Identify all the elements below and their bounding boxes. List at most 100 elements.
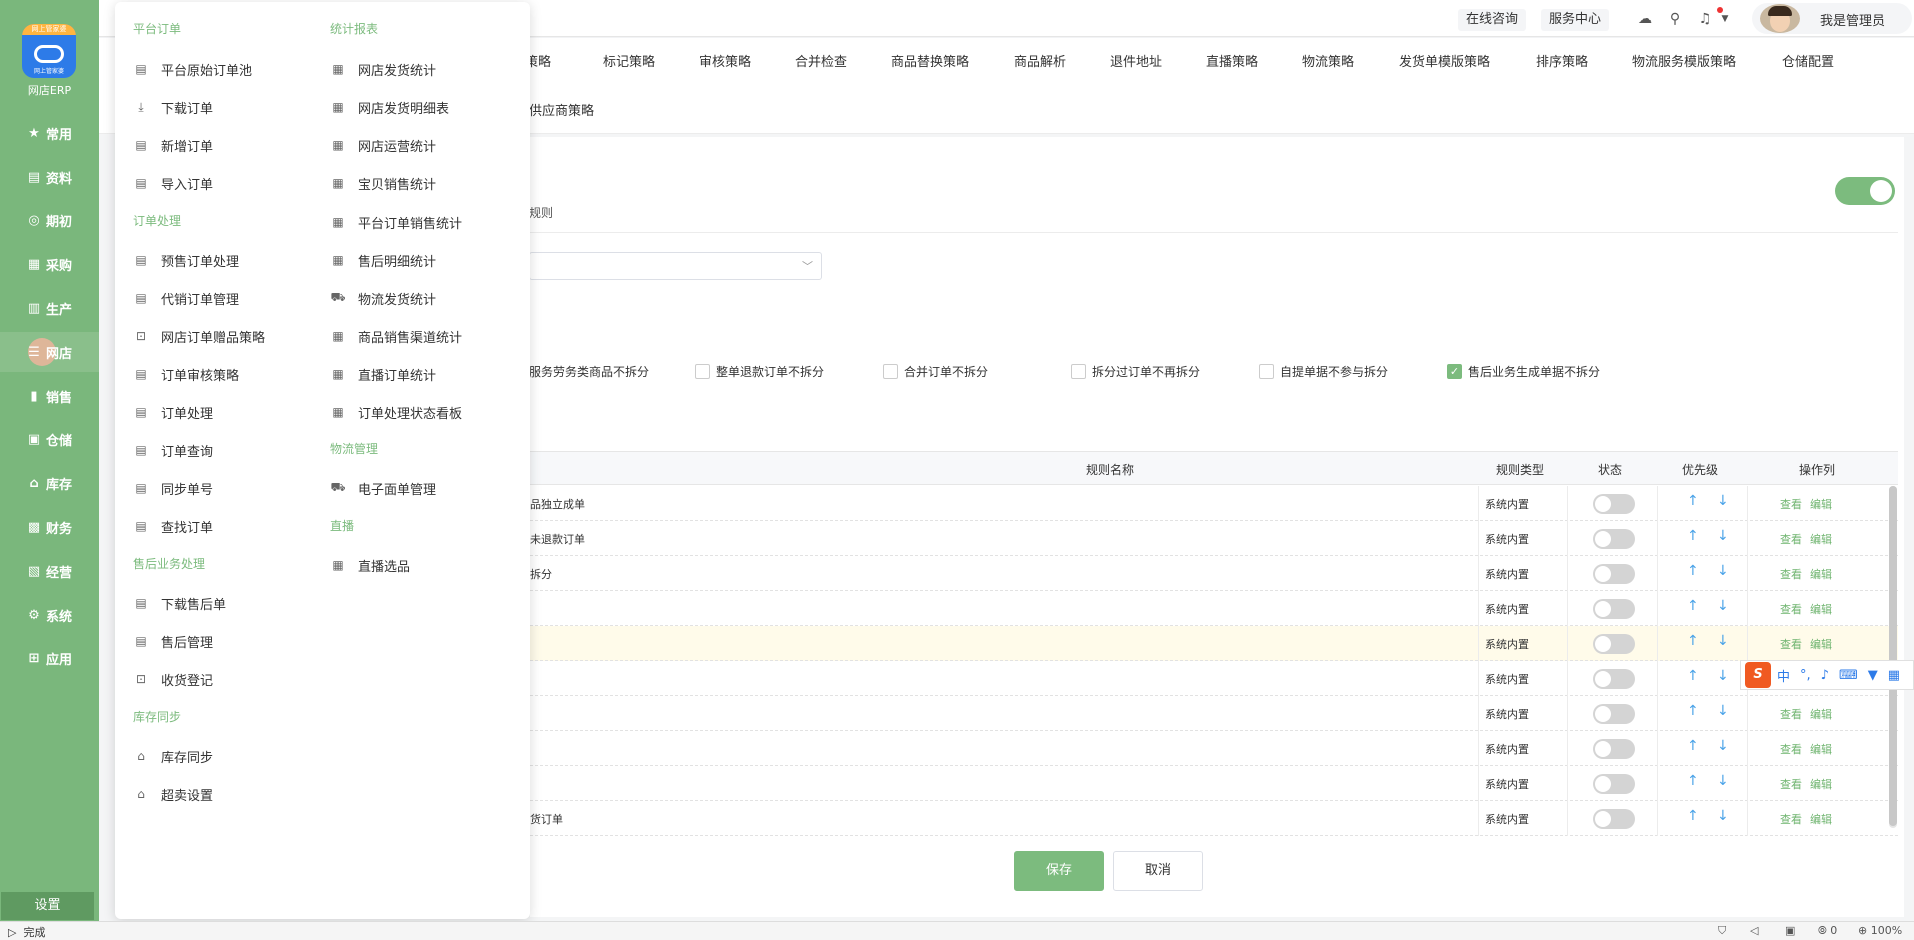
tab-return-address[interactable]: 退件地址: [1110, 51, 1162, 70]
arrow-down-icon[interactable]: ↓: [1717, 598, 1729, 614]
split-enable-toggle[interactable]: [1835, 177, 1895, 205]
ime-toolbar[interactable]: S 中 °, ♪ ⌨ ▼ ▦: [1740, 660, 1914, 690]
arrow-up-icon[interactable]: ↑: [1687, 668, 1699, 684]
menu-item-aftersale-detail[interactable]: ▦ 售后明细统计: [330, 250, 436, 270]
status-toggle[interactable]: [1593, 809, 1635, 829]
cloud-download-icon[interactable]: ☁: [1636, 10, 1654, 28]
arrow-down-icon[interactable]: ↓: [1717, 633, 1729, 649]
view-link[interactable]: 查看: [1780, 776, 1802, 792]
menu-item-oversell[interactable]: ⌂ 超卖设置: [133, 784, 213, 804]
rule-tab[interactable]: 规则: [529, 204, 553, 221]
edit-link[interactable]: 编辑: [1810, 811, 1832, 827]
menu-item-platform-sales-stats[interactable]: ▦ 平台订单销售统计: [330, 212, 462, 232]
skin-icon[interactable]: ▼: [1868, 668, 1878, 683]
menu-item-new-order[interactable]: ▤ 新增订单: [133, 135, 213, 155]
arrow-down-icon[interactable]: ↓: [1717, 563, 1729, 579]
menu-item-gift-strategy[interactable]: ⊡ 网店订单赠品策略: [133, 326, 265, 346]
menu-item-order-query[interactable]: ▤ 订单查询: [133, 440, 213, 460]
arrow-down-icon[interactable]: ↓: [1717, 668, 1729, 684]
bell-icon[interactable]: ♫: [1696, 10, 1714, 28]
menu-item-logistics-stats[interactable]: ⛟ 物流发货统计: [330, 288, 436, 308]
tab-warehouse-config[interactable]: 仓储配置: [1782, 51, 1834, 70]
sidebar-item-purchase[interactable]: ▦ 采购: [0, 244, 99, 284]
tab-product-parse[interactable]: 商品解析: [1014, 51, 1066, 70]
menu-item-download-orders[interactable]: ⤓ 下载订单: [133, 97, 213, 117]
search-icon[interactable]: ⚲: [1666, 10, 1684, 28]
sidebar-item-business[interactable]: ▧ 经营: [0, 551, 99, 591]
user-menu[interactable]: 我是管理员: [1752, 3, 1912, 34]
arrow-up-icon[interactable]: ↑: [1687, 738, 1699, 754]
edit-link[interactable]: 编辑: [1810, 566, 1832, 582]
view-link[interactable]: 查看: [1780, 531, 1802, 547]
apps-grid-icon[interactable]: ▦: [1888, 668, 1900, 683]
status-toggle[interactable]: [1593, 774, 1635, 794]
menu-item-order-processing[interactable]: ▤ 订单处理: [133, 402, 213, 422]
menu-item-aftersale-manage[interactable]: ▤ 售后管理: [133, 631, 213, 651]
arrow-down-icon[interactable]: ↓: [1717, 808, 1729, 824]
menu-item-original-orders[interactable]: ▤ 平台原始订单池: [133, 59, 252, 79]
status-toggle[interactable]: [1593, 739, 1635, 759]
arrow-up-icon[interactable]: ↑: [1687, 808, 1699, 824]
arrow-up-icon[interactable]: ↑: [1687, 773, 1699, 789]
punctuation-icon[interactable]: °,: [1800, 668, 1811, 683]
table-row[interactable]: 未退款订单 系统内置 ↑ ↓ 查看 编辑: [530, 521, 1898, 556]
checkbox-aftersale[interactable]: ✓ 售后业务生成单据不拆分: [1447, 362, 1600, 380]
checkbox-full-refund[interactable]: 整单退款订单不拆分: [695, 362, 824, 380]
shield-icon[interactable]: ⛉: [1718, 924, 1726, 938]
sidebar-item-data[interactable]: ▤ 资料: [0, 157, 99, 197]
table-row[interactable]: 系统内置 ↑ ↓ 查看编辑: [530, 591, 1898, 626]
tab-logistics-strategy[interactable]: 物流策略: [1302, 51, 1354, 70]
checkbox-service-items[interactable]: 服务劳务类商品不拆分: [529, 362, 649, 380]
lock-icon[interactable]: ▣: [1785, 924, 1795, 937]
checkbox-box[interactable]: [883, 363, 898, 379]
arrow-up-icon[interactable]: ↑: [1687, 563, 1699, 579]
view-link[interactable]: 查看: [1780, 636, 1802, 652]
caret-down-icon[interactable]: ▼: [1716, 10, 1734, 28]
view-link[interactable]: 查看: [1780, 811, 1802, 827]
status-toggle[interactable]: [1593, 564, 1635, 584]
sidebar-item-warehouse[interactable]: ▣ 仓储: [0, 419, 99, 459]
app-logo[interactable]: 网上管家婆 网上管家婆: [22, 24, 76, 78]
status-toggle[interactable]: [1593, 704, 1635, 724]
arrow-down-icon[interactable]: ↓: [1717, 703, 1729, 719]
arrow-up-icon[interactable]: ↑: [1687, 528, 1699, 544]
checkbox-box[interactable]: [1071, 363, 1086, 379]
edit-link[interactable]: 编辑: [1810, 741, 1832, 757]
menu-item-operation-stats[interactable]: ▦ 网店运营统计: [330, 135, 436, 155]
tab-merge-check[interactable]: 合并检查: [795, 51, 847, 70]
menu-item-audit-strategy[interactable]: ▤ 订单审核策略: [133, 364, 239, 384]
keyboard-icon[interactable]: ⌨: [1839, 668, 1858, 683]
menu-item-sync-number[interactable]: ▤ 同步单号: [133, 478, 213, 498]
arrow-down-icon[interactable]: ↓: [1717, 738, 1729, 754]
menu-item-e-waybill[interactable]: ⛟ 电子面单管理: [330, 478, 436, 498]
edit-link[interactable]: 编辑: [1810, 706, 1832, 722]
checkbox-box[interactable]: [1259, 363, 1274, 379]
sidebar-item-inventory[interactable]: ⌂ 库存: [0, 463, 99, 503]
sidebar-item-apps[interactable]: ⊞ 应用: [0, 638, 99, 678]
settings-button[interactable]: 设置: [1, 892, 94, 920]
sidebar-item-production[interactable]: ▥ 生产: [0, 288, 99, 328]
table-row[interactable]: 货订单 系统内置 ↑ ↓ 查看 编辑: [530, 801, 1898, 836]
tab-invoice-template[interactable]: 发货单模版策略: [1399, 51, 1490, 70]
table-row[interactable]: 系统内置 ↑ ↓ 查看编辑: [530, 696, 1898, 731]
menu-item-channel-stats[interactable]: ▦ 商品销售渠道统计: [330, 326, 462, 346]
menu-item-item-sales-stats[interactable]: ▦ 宝贝销售统计: [330, 173, 436, 193]
arrow-down-icon[interactable]: ↓: [1717, 773, 1729, 789]
edit-link[interactable]: 编辑: [1810, 601, 1832, 617]
arrow-up-icon[interactable]: ↑: [1687, 598, 1699, 614]
sidebar-item-store[interactable]: ☰ 网店: [0, 332, 99, 372]
sidebar-item-initial[interactable]: ◎ 期初: [0, 200, 99, 240]
zoom-level[interactable]: ⊕ 100%: [1858, 924, 1902, 937]
tab-supplier-strategy[interactable]: 供应商策略: [529, 100, 594, 119]
edit-link[interactable]: 编辑: [1810, 776, 1832, 792]
edit-link[interactable]: 编辑: [1810, 496, 1832, 512]
sidebar-item-sales[interactable]: ▮ 销售: [0, 376, 99, 416]
status-toggle[interactable]: [1593, 634, 1635, 654]
status-toggle[interactable]: [1593, 599, 1635, 619]
arrow-up-icon[interactable]: ↑: [1687, 703, 1699, 719]
save-button[interactable]: 保存: [1014, 851, 1104, 891]
sidebar-item-common[interactable]: ★ 常用: [0, 113, 99, 153]
checkbox-pickup[interactable]: 自提单据不参与拆分: [1259, 362, 1388, 380]
arrow-down-icon[interactable]: ↓: [1717, 493, 1729, 509]
checkbox-merged-orders[interactable]: 合并订单不拆分: [883, 362, 988, 380]
